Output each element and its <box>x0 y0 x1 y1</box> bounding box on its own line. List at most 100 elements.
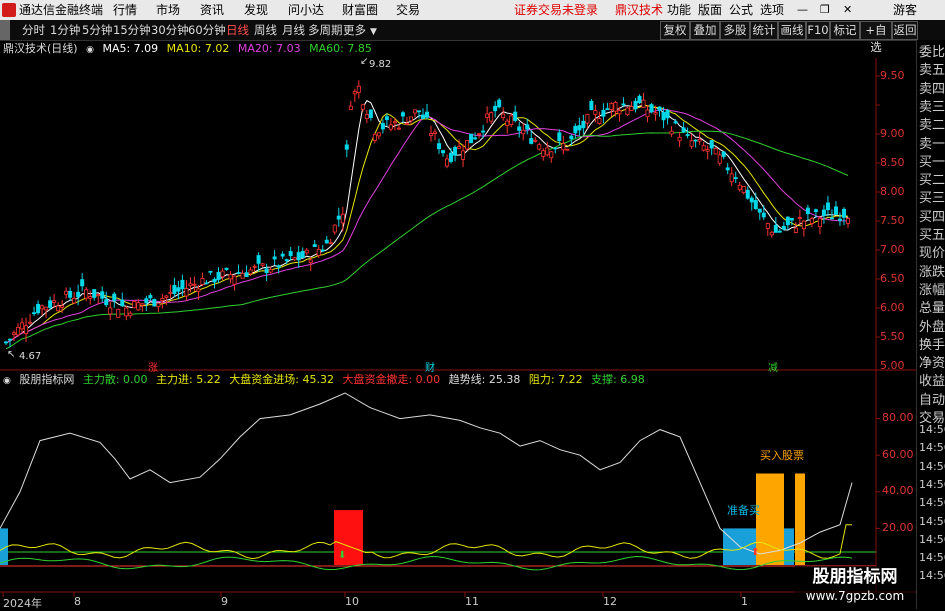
side-panel-item[interactable]: 收益 <box>919 374 945 389</box>
candle-body[interactable] <box>521 129 526 135</box>
candle-body[interactable] <box>284 259 289 262</box>
candle-body[interactable] <box>112 293 117 301</box>
candle-body[interactable] <box>445 158 450 167</box>
candle-body[interactable] <box>633 100 638 110</box>
candle-body[interactable] <box>148 295 153 299</box>
event-marker-rise[interactable]: 涨 <box>148 359 158 374</box>
candle-body[interactable] <box>40 305 45 310</box>
candle-body[interactable] <box>64 290 69 295</box>
candle-body[interactable] <box>172 284 177 294</box>
candle-body[interactable] <box>513 111 518 121</box>
candle-body[interactable] <box>108 307 113 315</box>
candle-body[interactable] <box>637 95 642 104</box>
candle-body[interactable] <box>288 251 293 257</box>
side-panel-item[interactable]: 涨跌 <box>919 265 945 280</box>
candle-body[interactable] <box>92 289 97 298</box>
candle-body[interactable] <box>613 102 618 112</box>
candle-body[interactable] <box>785 216 790 226</box>
candle-body[interactable] <box>100 291 105 299</box>
candle-body[interactable] <box>364 113 369 119</box>
candle-body[interactable] <box>176 287 181 292</box>
candle-body[interactable] <box>577 125 582 131</box>
candle-body[interactable] <box>372 133 377 141</box>
candle-body[interactable] <box>396 127 401 130</box>
candle-body[interactable] <box>809 218 814 224</box>
side-panel-item[interactable]: 总量 <box>919 301 945 316</box>
candle-body[interactable] <box>737 184 742 191</box>
candle-body[interactable] <box>437 143 442 150</box>
candle-body[interactable] <box>304 249 309 254</box>
candle-body[interactable] <box>140 303 145 306</box>
candle-body[interactable] <box>801 220 806 229</box>
candle-body[interactable] <box>360 104 365 110</box>
candle-body[interactable] <box>777 230 782 233</box>
candle-body[interactable] <box>184 288 189 297</box>
candle-body[interactable] <box>461 150 466 160</box>
candle-body[interactable] <box>240 273 245 279</box>
candle-body[interactable] <box>324 239 329 244</box>
candle-body[interactable] <box>152 298 157 307</box>
candle-body[interactable] <box>160 298 165 301</box>
candle-body[interactable] <box>713 147 718 155</box>
event-marker-finance[interactable]: 财 <box>425 359 435 374</box>
candle-body[interactable] <box>252 265 257 268</box>
candle-body[interactable] <box>681 127 686 133</box>
candle-body[interactable] <box>424 111 429 118</box>
candle-body[interactable] <box>116 308 121 318</box>
candle-body[interactable] <box>697 139 702 142</box>
candle-body[interactable] <box>685 134 690 136</box>
candle-body[interactable] <box>168 291 173 294</box>
candle-body[interactable] <box>192 283 197 286</box>
candle-body[interactable] <box>721 151 726 157</box>
side-panel-item[interactable]: 买一 <box>919 155 945 170</box>
candle-body[interactable] <box>376 132 381 137</box>
side-panel-item[interactable]: 委比 <box>919 45 945 60</box>
side-panel-item[interactable]: 买三 <box>919 191 945 206</box>
candle-body[interactable] <box>388 124 393 130</box>
candle-body[interactable] <box>332 224 337 233</box>
candle-body[interactable] <box>60 305 65 308</box>
candle-body[interactable] <box>104 299 109 306</box>
candle-body[interactable] <box>433 131 438 134</box>
candle-body[interactable] <box>761 212 766 218</box>
candle-body[interactable] <box>24 325 29 334</box>
candle-body[interactable] <box>481 130 486 133</box>
candle-body[interactable] <box>52 300 57 303</box>
candle-body[interactable] <box>232 275 237 285</box>
candle-body[interactable] <box>44 306 49 311</box>
candle-body[interactable] <box>557 132 562 142</box>
candle-body[interactable] <box>76 291 81 298</box>
candle-body[interactable] <box>833 206 838 215</box>
candle-body[interactable] <box>605 108 610 111</box>
candle-body[interactable] <box>132 301 137 309</box>
candle-body[interactable] <box>657 106 662 111</box>
candle-body[interactable] <box>453 146 458 156</box>
candle-body[interactable] <box>8 338 13 341</box>
candle-body[interactable] <box>789 217 794 221</box>
candle-body[interactable] <box>469 133 474 144</box>
candle-body[interactable] <box>665 110 670 119</box>
candle-body[interactable] <box>20 322 25 330</box>
candle-body[interactable] <box>136 302 141 311</box>
candle-body[interactable] <box>441 150 446 154</box>
candle-body[interactable] <box>188 283 193 287</box>
candle-body[interactable] <box>509 115 514 125</box>
candle-body[interactable] <box>569 135 574 140</box>
candle-body[interactable] <box>368 109 373 119</box>
candle-body[interactable] <box>420 114 425 119</box>
candle-body[interactable] <box>733 177 738 180</box>
candle-body[interactable] <box>661 111 666 121</box>
candle-body[interactable] <box>28 321 33 324</box>
candle-body[interactable] <box>677 136 682 142</box>
candle-body[interactable] <box>841 208 846 218</box>
candle-body[interactable] <box>264 268 269 274</box>
candle-body[interactable] <box>352 91 357 95</box>
candle-body[interactable] <box>617 110 622 115</box>
candle-body[interactable] <box>384 116 389 121</box>
candle-body[interactable] <box>124 307 129 317</box>
side-panel-item[interactable]: 现价 <box>919 246 945 261</box>
candle-body[interactable] <box>320 249 325 252</box>
candle-body[interactable] <box>336 215 341 220</box>
candle-body[interactable] <box>208 270 213 273</box>
candle-body[interactable] <box>204 282 209 285</box>
